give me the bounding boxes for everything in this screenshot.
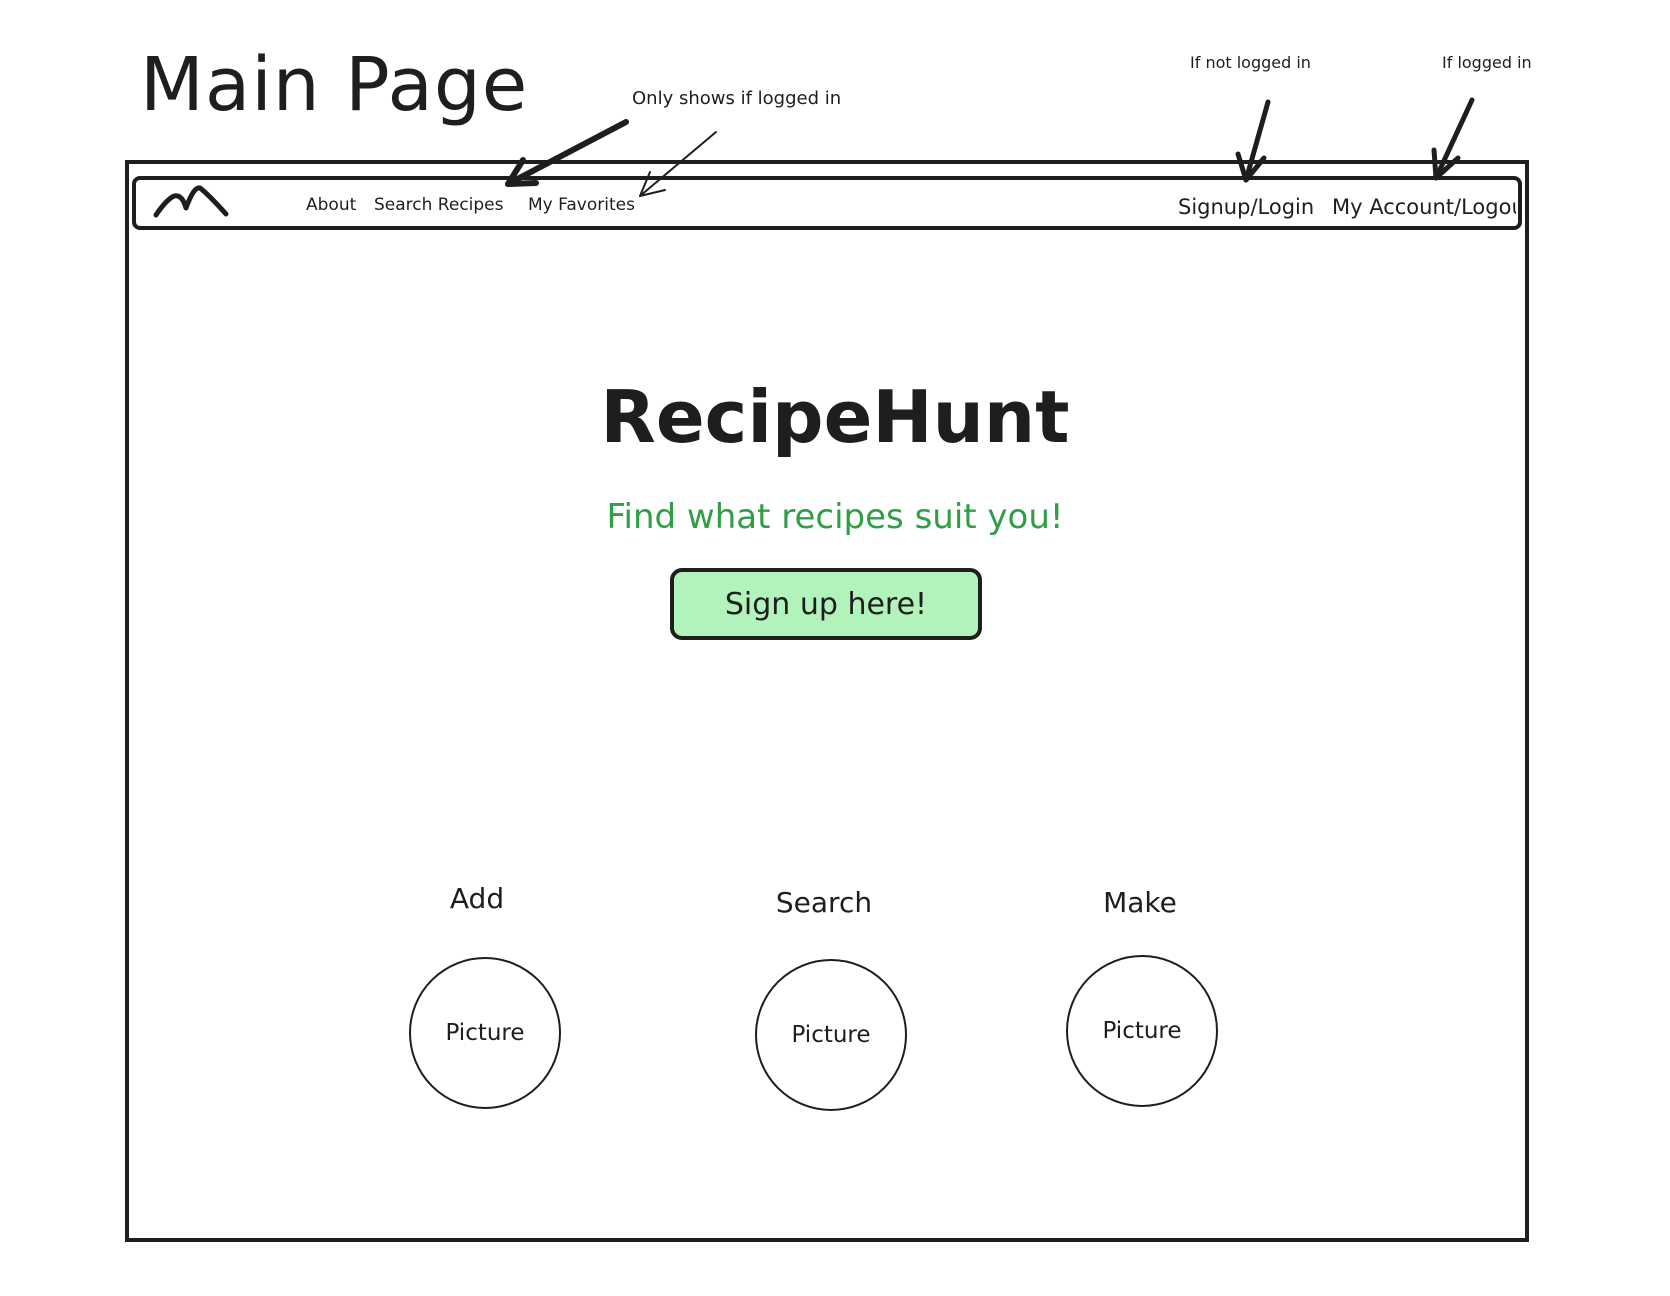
nav-link-my-favorites[interactable]: My Favorites (528, 195, 635, 215)
signup-button[interactable]: Sign up here! (670, 568, 982, 640)
logged-in-note: If logged in (1442, 53, 1532, 72)
favorites-visibility-note: Only shows if logged in (632, 88, 842, 109)
feature-label-make: Make (1103, 886, 1177, 919)
nav-link-account-logout[interactable]: My Account/Logout (1332, 195, 1516, 219)
picture-placeholder-label: Picture (445, 1020, 525, 1046)
hero-title: RecipeHunt (600, 375, 1070, 459)
not-logged-in-note: If not logged in (1190, 53, 1311, 72)
feature-label-add: Add (449, 882, 505, 915)
picture-placeholder-label: Picture (791, 1022, 871, 1048)
nav-link-about[interactable]: About (306, 195, 356, 215)
hero-subtitle: Find what recipes suit you! (606, 497, 1064, 537)
nav-link-signup-login[interactable]: Signup/Login (1178, 195, 1314, 219)
picture-placeholder-add: Picture (409, 957, 561, 1109)
picture-placeholder-search: Picture (755, 959, 907, 1111)
feature-label-search: Search (775, 886, 873, 919)
picture-placeholder-make: Picture (1066, 955, 1218, 1107)
nav-link-search-recipes[interactable]: Search Recipes (374, 195, 504, 215)
picture-placeholder-label: Picture (1102, 1018, 1182, 1044)
mountain-logo-icon[interactable] (152, 180, 232, 222)
page-title: Main Page (140, 42, 529, 128)
